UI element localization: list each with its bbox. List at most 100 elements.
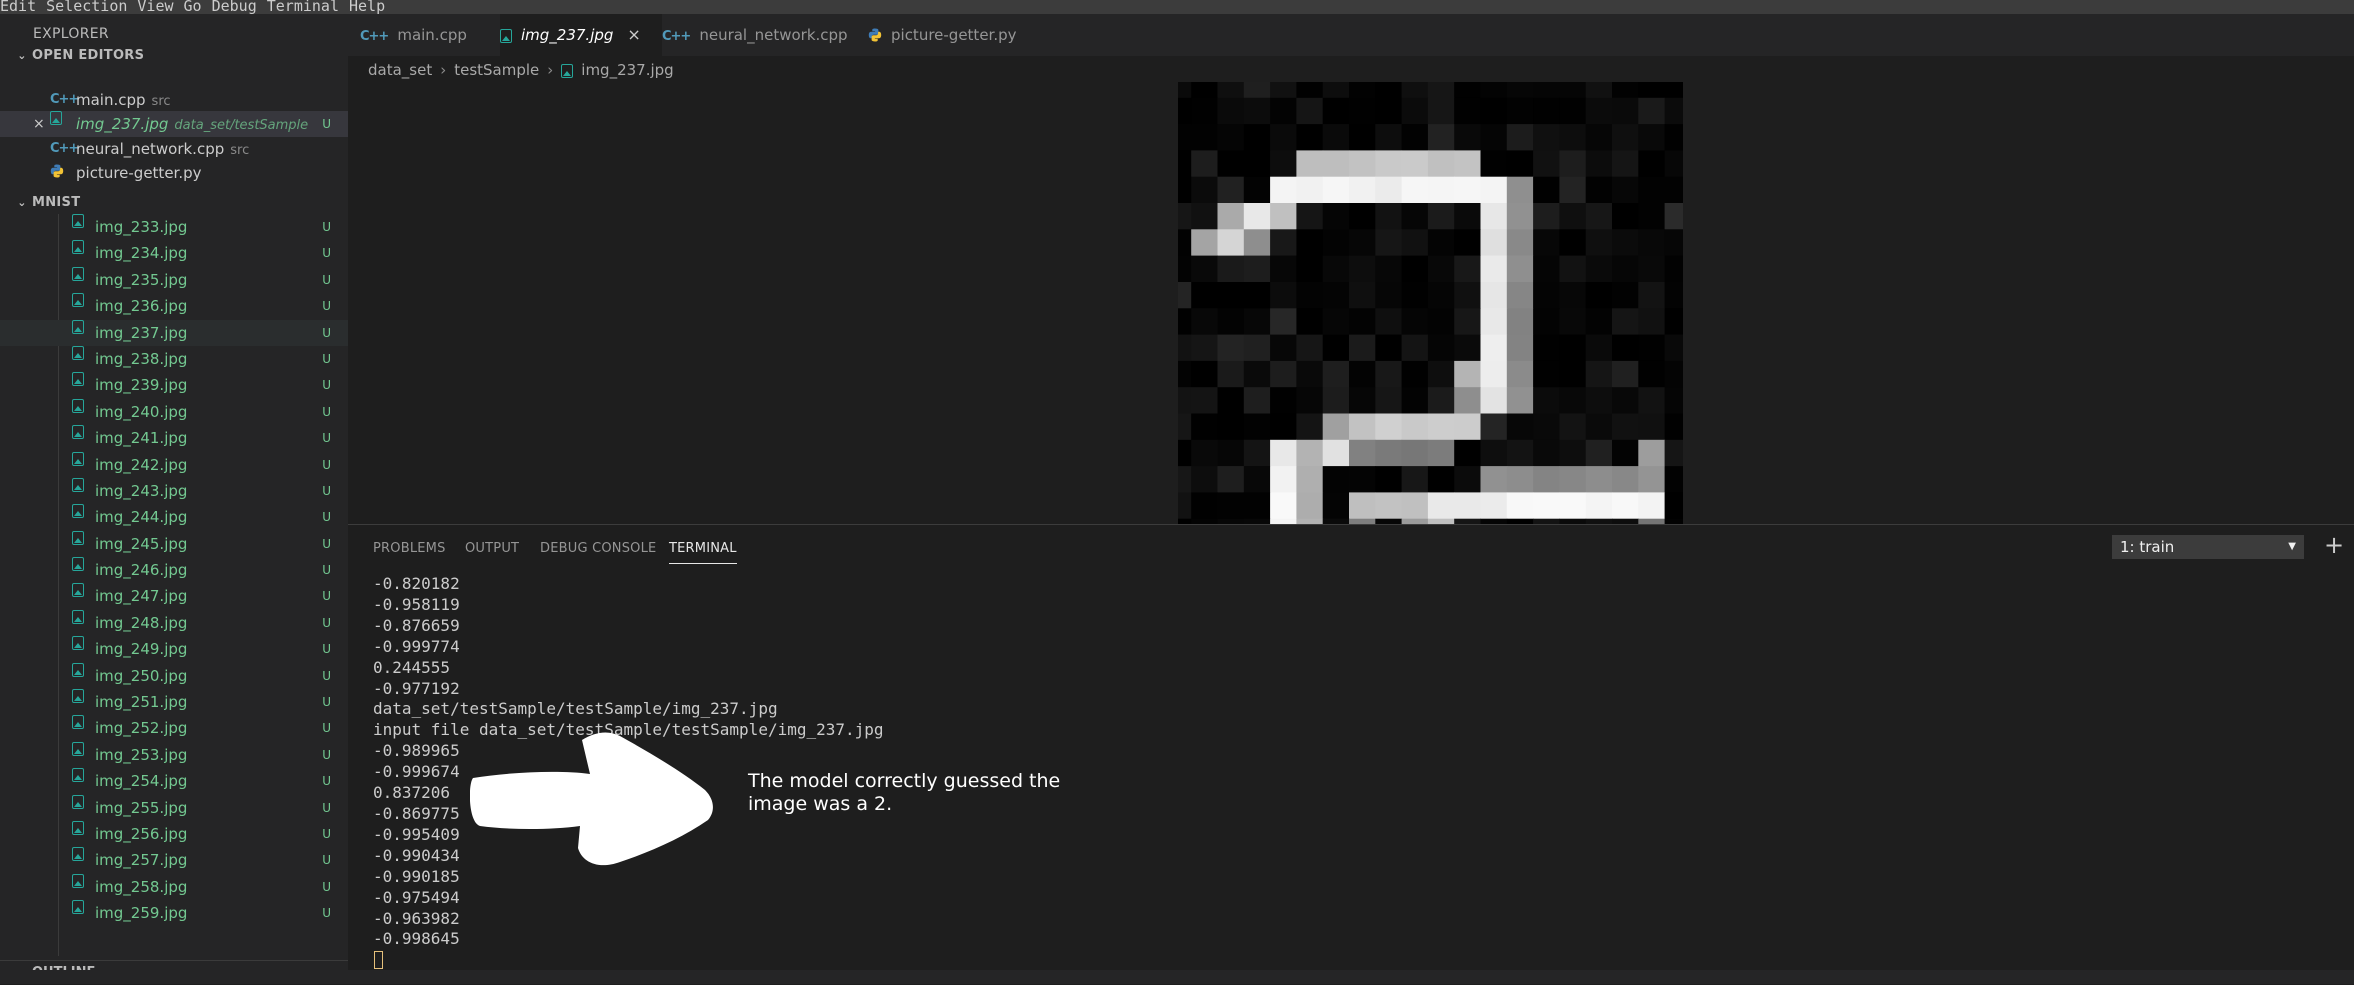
file-tree-item[interactable]: img_258.jpg U xyxy=(0,873,348,900)
folder-label: MNIST xyxy=(32,195,81,210)
file-tree-item[interactable]: img_239.jpg U xyxy=(0,372,348,398)
file-name: img_259.jpg xyxy=(95,904,188,923)
file-tree-item[interactable]: img_254.jpg U xyxy=(0,768,348,794)
terminal-line: data_set/testSample/testSample/img_237.j… xyxy=(373,699,778,719)
file-tree-item[interactable]: img_242.jpg U xyxy=(0,451,348,478)
image-file-icon xyxy=(72,847,84,862)
cpp-file-icon: C++ xyxy=(50,91,79,107)
git-status-badge: U xyxy=(322,800,331,815)
file-tree-item[interactable]: img_257.jpg U xyxy=(0,847,348,873)
tab-picture-getter-py[interactable]: picture-getter.py xyxy=(868,14,1028,56)
image-file-icon xyxy=(50,111,62,126)
python-file-icon xyxy=(50,160,64,178)
editor-tabs: C++ main.cpp img_237.jpg × C++ neural_network… xyxy=(348,14,2354,56)
file-name: img_235.jpg xyxy=(95,270,188,289)
file-name: neural_network.cpp xyxy=(76,139,225,158)
git-status-badge: U xyxy=(322,826,331,841)
breadcrumb-item[interactable]: img_237.jpg xyxy=(581,61,673,79)
terminal-line: 0.244555 xyxy=(373,657,451,677)
file-tree-item[interactable]: img_234.jpg U xyxy=(0,240,348,266)
file-tree-item[interactable]: img_255.jpg U xyxy=(0,794,348,821)
file-name: img_253.jpg xyxy=(95,745,188,764)
tab-label: main.cpp xyxy=(397,26,467,44)
tab-problems[interactable]: PROBLEMS xyxy=(373,537,446,563)
file-tree-item[interactable]: img_251.jpg U xyxy=(0,689,348,715)
file-tree-item[interactable]: img_241.jpg U xyxy=(0,425,348,451)
menu-item-debug[interactable]: Debug xyxy=(212,0,257,14)
image-file-icon xyxy=(72,557,84,572)
tab-output[interactable]: OUTPUT xyxy=(465,537,519,563)
menu-item-terminal[interactable]: Terminal xyxy=(267,0,339,14)
file-tree-item[interactable]: img_237.jpg U xyxy=(0,319,348,346)
file-name: img_246.jpg xyxy=(95,561,188,580)
terminal-line: -0.975494 xyxy=(373,887,460,907)
file-tree-item[interactable]: img_240.jpg U xyxy=(0,398,348,425)
annotation-arrow-icon xyxy=(470,732,713,866)
file-tree-item[interactable]: img_243.jpg U xyxy=(0,477,348,504)
image-file-icon xyxy=(500,29,512,43)
menu-bar: Edit Selection View Go Debug Terminal Help xyxy=(0,0,2354,14)
tab-neural-network-cpp[interactable]: C++ neural_network.cpp xyxy=(662,14,868,56)
file-tree-item[interactable]: img_233.jpg U xyxy=(0,214,348,240)
file-tree-item[interactable]: img_250.jpg U xyxy=(0,662,348,689)
tab-main-cpp[interactable]: C++ main.cpp xyxy=(360,14,500,56)
new-terminal-button[interactable]: + xyxy=(2324,531,2344,559)
terminal-line: -0.963982 xyxy=(373,908,460,928)
file-tree-item[interactable]: img_252.jpg U xyxy=(0,715,348,741)
menu-item-selection[interactable]: Selection xyxy=(46,0,127,14)
open-editors-label: OPEN EDITORS xyxy=(32,48,145,63)
menu-item-help[interactable]: Help xyxy=(349,0,385,14)
file-name: img_243.jpg xyxy=(95,481,188,500)
menu-item-edit[interactable]: Edit xyxy=(0,0,36,14)
file-tree-item[interactable]: img_246.jpg U xyxy=(0,557,348,583)
file-tree-item[interactable]: img_236.jpg U xyxy=(0,293,348,319)
file-tree-item[interactable]: img_245.jpg U xyxy=(0,530,348,557)
file-name: img_249.jpg xyxy=(95,640,188,659)
file-tree-item[interactable]: img_249.jpg U xyxy=(0,636,348,662)
menu-item-view[interactable]: View xyxy=(137,0,173,14)
breadcrumb-item[interactable]: data_set xyxy=(368,61,432,79)
file-name: img_257.jpg xyxy=(95,851,188,870)
terminal-selector[interactable]: 1: train ▼ xyxy=(2112,535,2304,559)
explorer-sidebar: EXPLORER ⌄ OPEN EDITORS C++ main.cpp src × im… xyxy=(0,14,348,984)
folder-header-mnist[interactable]: ⌄ MNIST xyxy=(0,191,348,215)
git-status-badge: U xyxy=(322,695,331,710)
open-editor-item[interactable]: × img_237.jpg data_set/testSample U xyxy=(0,111,348,138)
file-tree-item[interactable]: img_244.jpg U xyxy=(0,504,348,530)
breadcrumb-item[interactable]: testSample xyxy=(454,61,539,79)
close-icon[interactable]: × xyxy=(627,25,640,44)
git-status-badge: U xyxy=(322,721,331,736)
terminal-cursor xyxy=(374,951,383,969)
open-editor-item[interactable]: C++ main.cpp src xyxy=(0,87,348,113)
breadcrumb-separator-icon: › xyxy=(547,61,554,79)
menu-item-go[interactable]: Go xyxy=(184,0,202,14)
python-file-icon xyxy=(868,16,882,42)
file-tree-item[interactable]: img_256.jpg U xyxy=(0,820,348,847)
tab-label: img_237.jpg xyxy=(521,26,614,44)
git-status-badge: U xyxy=(322,615,331,630)
file-tree-item[interactable]: img_253.jpg U xyxy=(0,741,348,768)
file-name: img_247.jpg xyxy=(95,587,188,606)
file-tree[interactable]: img_233.jpg Uimg_234.jpg Uimg_235.jpg Uimg_… xyxy=(0,214,348,956)
file-tree-item[interactable]: img_248.jpg U xyxy=(0,609,348,636)
file-tree-item[interactable]: img_247.jpg U xyxy=(0,583,348,609)
image-file-icon xyxy=(72,794,84,809)
file-tree-item[interactable]: img_235.jpg U xyxy=(0,266,348,293)
git-status-badge: U xyxy=(322,325,331,340)
git-status-badge: U xyxy=(322,431,331,446)
open-editors-header[interactable]: ⌄ OPEN EDITORS xyxy=(0,44,348,68)
annotation-text: The model correctly guessed the image wa… xyxy=(748,770,1061,815)
terminal-line: -0.998645 xyxy=(373,929,460,949)
close-icon[interactable]: × xyxy=(33,111,45,137)
git-status-badge: U xyxy=(322,378,331,393)
tab-terminal[interactable]: TERMINAL xyxy=(669,537,737,564)
open-editor-item[interactable]: picture-getter.py xyxy=(0,160,348,186)
file-name: main.cpp xyxy=(76,90,146,109)
tab-img-237-jpg[interactable]: img_237.jpg × xyxy=(500,14,662,56)
cpp-file-icon: C++ xyxy=(662,29,691,44)
file-tree-item[interactable]: img_259.jpg U xyxy=(0,900,348,926)
image-file-icon xyxy=(72,609,84,624)
tab-debug-console[interactable]: DEBUG CONSOLE xyxy=(540,537,656,563)
open-editor-item[interactable]: C++ neural_network.cpp src xyxy=(0,136,348,162)
file-tree-item[interactable]: img_238.jpg U xyxy=(0,345,348,372)
